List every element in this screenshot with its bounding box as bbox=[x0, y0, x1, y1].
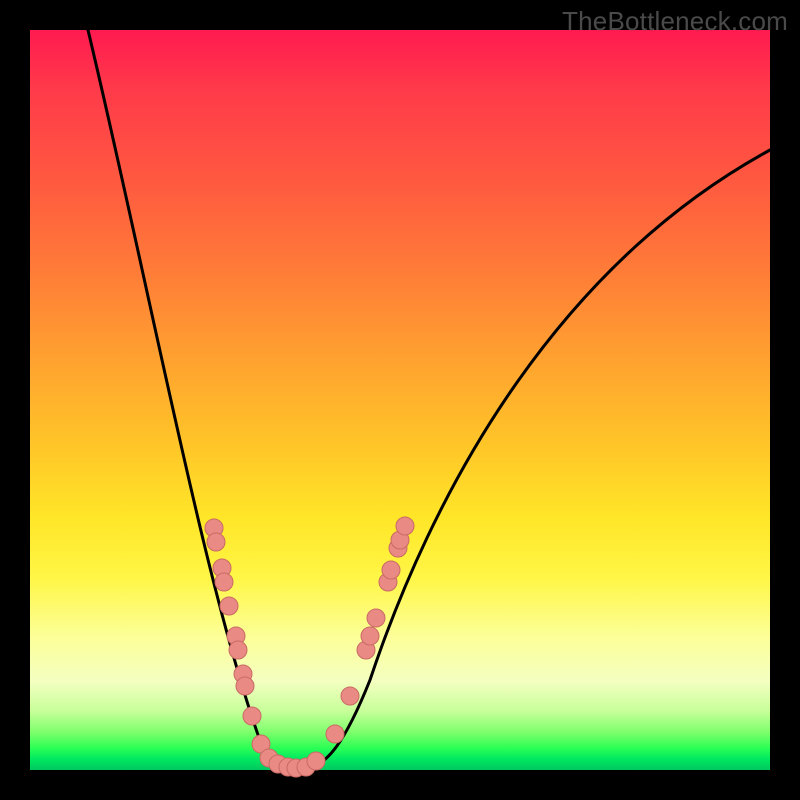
chart-plot-area bbox=[30, 30, 770, 770]
chart-frame: TheBottleneck.com bbox=[0, 0, 800, 800]
chart-marker bbox=[307, 752, 325, 770]
chart-marker bbox=[215, 573, 233, 591]
chart-marker bbox=[396, 517, 414, 535]
chart-marker bbox=[367, 609, 385, 627]
chart-marker bbox=[243, 707, 261, 725]
chart-marker bbox=[220, 597, 238, 615]
chart-svg bbox=[30, 30, 770, 770]
chart-marker bbox=[382, 561, 400, 579]
bottleneck-curve bbox=[88, 30, 770, 768]
chart-marker bbox=[341, 687, 359, 705]
chart-marker bbox=[229, 641, 247, 659]
chart-marker bbox=[361, 627, 379, 645]
chart-marker bbox=[207, 533, 225, 551]
chart-marker bbox=[326, 725, 344, 743]
chart-marker bbox=[236, 677, 254, 695]
watermark-text: TheBottleneck.com bbox=[562, 6, 788, 37]
